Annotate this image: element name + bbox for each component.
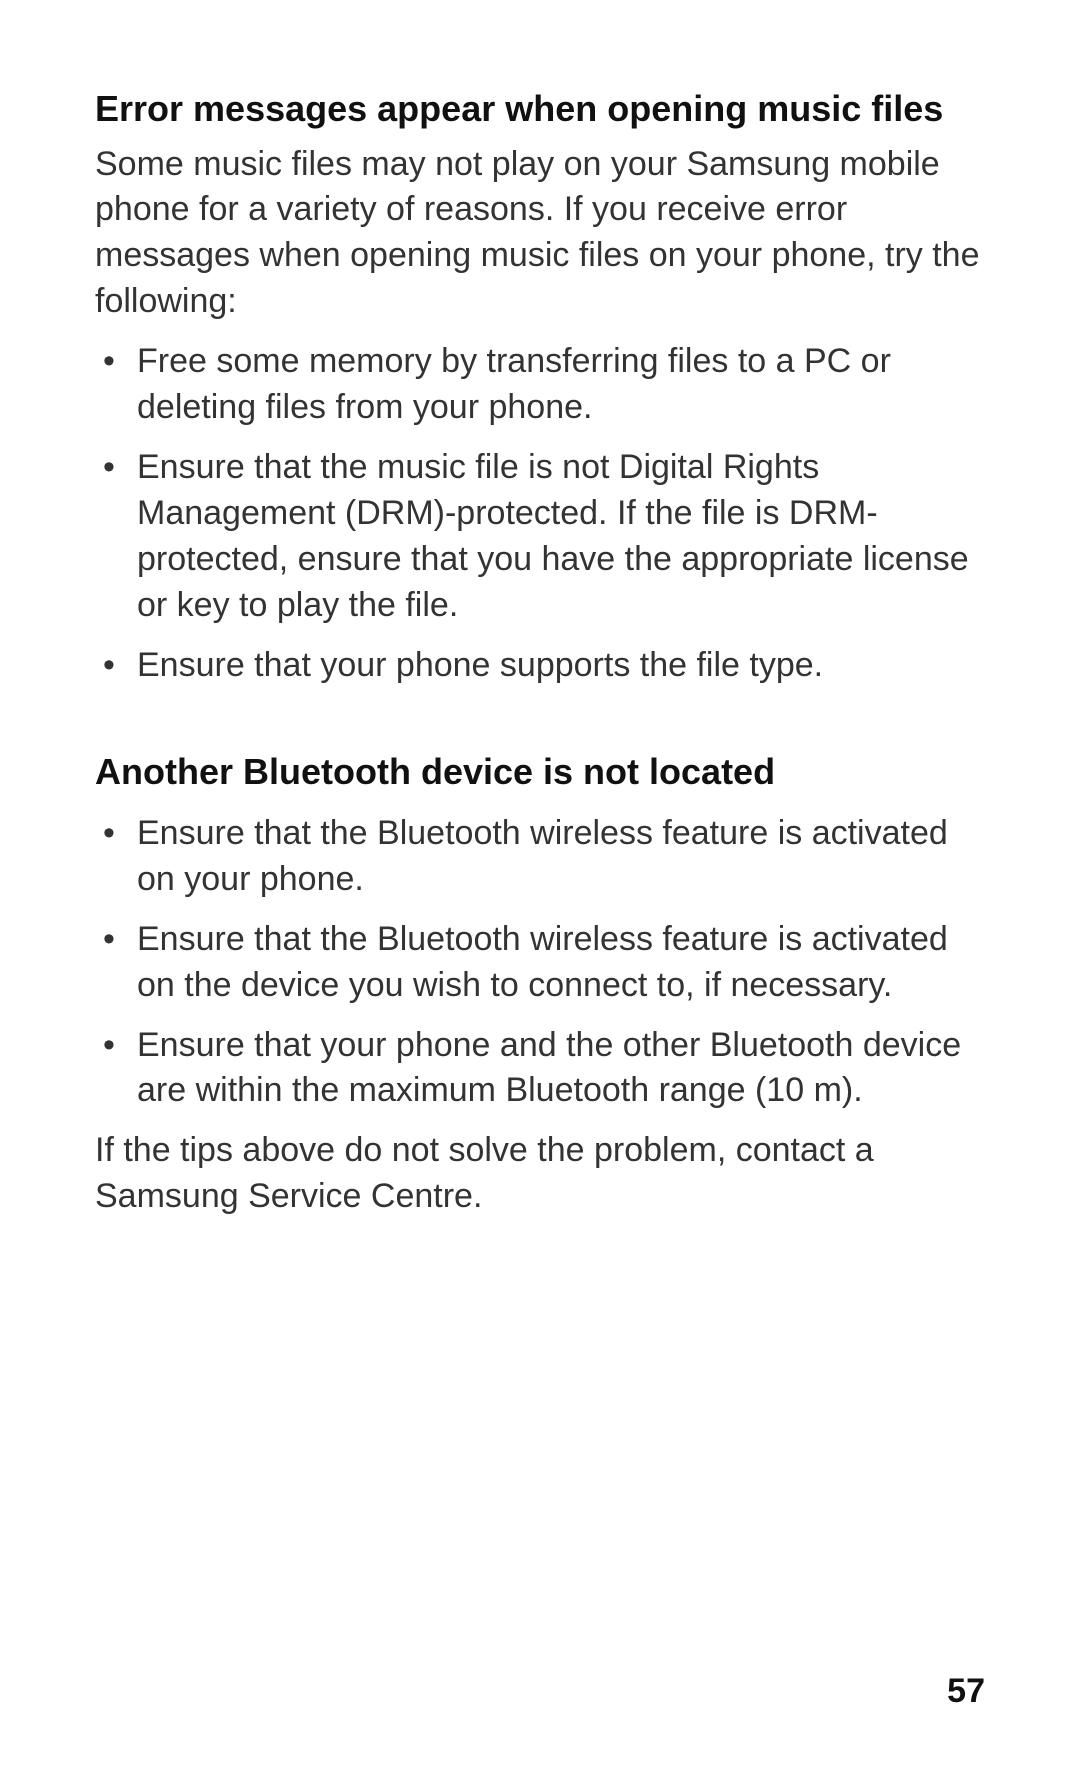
page-number: 57 <box>947 1672 985 1711</box>
list-item: Ensure that the music file is not Digita… <box>95 445 985 629</box>
section2-heading: Another Bluetooth device is not located <box>95 748 985 797</box>
manual-page: Error messages appear when opening music… <box>0 0 1080 1771</box>
list-item: Ensure that your phone and the other Blu… <box>95 1023 985 1115</box>
section2-closing: If the tips above do not solve the probl… <box>95 1128 985 1220</box>
section2-bullet-list: Ensure that the Bluetooth wireless featu… <box>95 811 985 1114</box>
list-item: Ensure that the Bluetooth wireless featu… <box>95 811 985 903</box>
list-item: Ensure that the Bluetooth wireless featu… <box>95 917 985 1009</box>
list-item: Ensure that your phone supports the file… <box>95 643 985 689</box>
section1-bullet-list: Free some memory by transferring files t… <box>95 339 985 688</box>
section1-heading: Error messages appear when opening music… <box>95 85 985 134</box>
section1-intro: Some music files may not play on your Sa… <box>95 142 985 326</box>
list-item: Free some memory by transferring files t… <box>95 339 985 431</box>
